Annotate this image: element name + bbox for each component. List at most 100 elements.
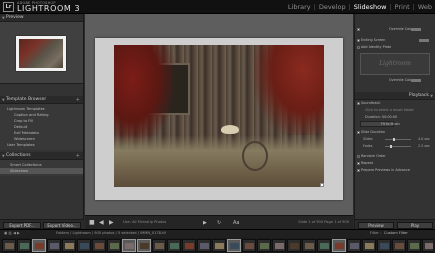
filmstrip-thumbnail[interactable] bbox=[17, 239, 31, 252]
override-color-row[interactable]: Override Color bbox=[355, 26, 435, 33]
soundtrack-checkbox[interactable] bbox=[357, 102, 360, 105]
override-color-checkbox[interactable] bbox=[357, 28, 360, 31]
filmstrip-thumbnail[interactable] bbox=[392, 239, 406, 252]
template-folder[interactable]: User Templates bbox=[0, 142, 83, 148]
resize-handle[interactable] bbox=[320, 183, 324, 187]
stop-button[interactable]: ■ bbox=[89, 219, 95, 226]
color-swatch[interactable] bbox=[411, 28, 421, 31]
slide-duration-checkbox[interactable] bbox=[357, 131, 360, 134]
template-tree: Lightroom Templates Caption and Rating Cro… bbox=[0, 104, 83, 150]
collections-title: Collections bbox=[6, 153, 31, 158]
random-order-row[interactable]: Random Order bbox=[355, 153, 435, 160]
random-order-checkbox[interactable] bbox=[357, 155, 360, 158]
playback-panel-header[interactable]: Playback ▼ bbox=[355, 92, 435, 100]
thumbnail-image bbox=[365, 243, 374, 249]
prepare-previews-checkbox[interactable] bbox=[357, 169, 360, 172]
filmstrip-thumbnail[interactable] bbox=[257, 239, 271, 252]
preview-button[interactable]: Preview bbox=[358, 222, 394, 229]
slide-duration-row[interactable]: Slide Duration bbox=[355, 129, 435, 136]
filmstrip-thumbnail[interactable] bbox=[2, 239, 16, 252]
filter-dropdown[interactable]: Custom Filter bbox=[384, 231, 408, 235]
filmstrip-thumbnail[interactable] bbox=[347, 239, 361, 252]
ending-color-swatch[interactable] bbox=[419, 39, 429, 42]
filter-label: Filter : bbox=[370, 231, 382, 235]
filmstrip-thumbnail[interactable] bbox=[332, 239, 346, 252]
use-photos-selector[interactable]: Use: All Filmstrip Photos bbox=[123, 220, 166, 224]
filmstrip-thumbnail[interactable] bbox=[182, 239, 196, 252]
filmstrip-thumbnail[interactable] bbox=[272, 239, 286, 252]
filmstrip-thumbnail[interactable] bbox=[362, 239, 376, 252]
filmstrip-thumbnail[interactable] bbox=[377, 239, 391, 252]
filmstrip-view-icons[interactable]: ▣ ▥ ◀ ▶ bbox=[4, 231, 20, 235]
preview-panel bbox=[0, 22, 83, 84]
identity-plate-checkbox[interactable] bbox=[357, 46, 360, 49]
identity-plate-preview[interactable]: Lightroom bbox=[360, 53, 430, 75]
export-video-button[interactable]: Export Video... bbox=[43, 222, 81, 229]
soundtrack-folder-link[interactable]: Click to select a music folder bbox=[355, 107, 435, 114]
preview-panel-header[interactable]: ▼ Preview bbox=[0, 14, 83, 22]
add-collection-icon[interactable]: + bbox=[76, 152, 80, 160]
filmstrip-thumbnail[interactable] bbox=[422, 239, 433, 252]
filmstrip-thumbnail[interactable] bbox=[242, 239, 256, 252]
filmstrip-source-path[interactable]: Folders / Lightroom / 900 photos / 5 sel… bbox=[56, 231, 166, 235]
slider-track[interactable] bbox=[385, 145, 411, 148]
play-inline-button[interactable]: ▶ bbox=[203, 220, 207, 226]
ending-screen-row[interactable]: Ending Screen bbox=[355, 37, 435, 44]
prepare-previews-row[interactable]: Prepare Previews in Advance bbox=[355, 167, 435, 174]
add-template-icon[interactable]: + bbox=[76, 96, 80, 104]
override-color-label-2: Override Color bbox=[389, 78, 414, 82]
filmstrip-thumbnail[interactable] bbox=[77, 239, 91, 252]
duration-slider-row[interactable]: Fades 2.5 sec bbox=[355, 143, 435, 150]
thumbnail-image bbox=[170, 243, 179, 249]
filmstrip-thumbnail[interactable] bbox=[137, 239, 151, 252]
filmstrip-thumbnail[interactable] bbox=[107, 239, 121, 252]
color-swatch[interactable] bbox=[411, 79, 421, 82]
filmstrip-thumbnail[interactable] bbox=[227, 239, 241, 252]
module-slideshow[interactable]: Slideshow bbox=[354, 3, 387, 11]
thumbnail-image bbox=[305, 243, 314, 249]
slide-photo[interactable] bbox=[114, 45, 324, 187]
template-browser-header[interactable]: ▼ Template Browser + bbox=[0, 96, 83, 104]
collection-item[interactable]: Slideshow bbox=[0, 168, 83, 174]
thumbnail-image bbox=[380, 243, 389, 249]
filmstrip-thumbnail[interactable] bbox=[47, 239, 61, 252]
filmstrip-thumbnail[interactable] bbox=[32, 239, 46, 252]
filmstrip-thumbnail[interactable] bbox=[197, 239, 211, 252]
filmstrip-thumbnail[interactable] bbox=[212, 239, 226, 252]
add-text-button[interactable]: Aa bbox=[233, 220, 239, 226]
play-button[interactable]: Play bbox=[397, 222, 433, 229]
module-library[interactable]: Library bbox=[288, 3, 311, 11]
slider-track[interactable] bbox=[385, 138, 411, 141]
thumbnail-image bbox=[215, 243, 224, 249]
thumbnail-image bbox=[185, 243, 194, 249]
filmstrip-thumbnail[interactable] bbox=[167, 239, 181, 252]
filmstrip-thumbnail[interactable] bbox=[302, 239, 316, 252]
module-develop[interactable]: Develop bbox=[319, 3, 346, 11]
filmstrip-thumbnail[interactable] bbox=[62, 239, 76, 252]
filmstrip-thumbnail[interactable] bbox=[92, 239, 106, 252]
module-print[interactable]: Print bbox=[395, 3, 410, 11]
repeat-checkbox[interactable] bbox=[357, 162, 360, 165]
filmstrip-thumbnail[interactable] bbox=[152, 239, 166, 252]
ending-screen-checkbox[interactable] bbox=[357, 39, 360, 42]
slider-knob[interactable] bbox=[390, 145, 393, 148]
slider-knob[interactable] bbox=[393, 138, 396, 141]
rotate-icon[interactable]: ↻ bbox=[217, 220, 221, 226]
export-pdf-button[interactable]: Export PDF... bbox=[3, 222, 41, 229]
soundtrack-row[interactable]: Soundtrack bbox=[355, 100, 435, 107]
filmstrip-thumbnail[interactable] bbox=[287, 239, 301, 252]
fit-to-music-button[interactable]: Fit to Music bbox=[360, 121, 400, 127]
module-web[interactable]: Web bbox=[418, 3, 432, 11]
override-color-row-2[interactable]: Override Color bbox=[355, 77, 435, 84]
thumbnail-image bbox=[245, 243, 254, 249]
collections-header[interactable]: ▼ Collections + bbox=[0, 152, 83, 160]
next-slide-button[interactable]: ▶ bbox=[109, 219, 114, 226]
filmstrip-thumbnail[interactable] bbox=[317, 239, 331, 252]
identity-plate-row[interactable]: Add Identity Plate bbox=[355, 44, 435, 51]
previous-slide-button[interactable]: ◀ bbox=[99, 219, 104, 226]
repeat-row[interactable]: Repeat bbox=[355, 160, 435, 167]
filmstrip-thumbnail[interactable] bbox=[122, 239, 136, 252]
thumbnail-image bbox=[35, 243, 44, 249]
filmstrip-thumbnail[interactable] bbox=[407, 239, 421, 252]
duration-slider-row[interactable]: Slides 4.0 sec bbox=[355, 136, 435, 143]
